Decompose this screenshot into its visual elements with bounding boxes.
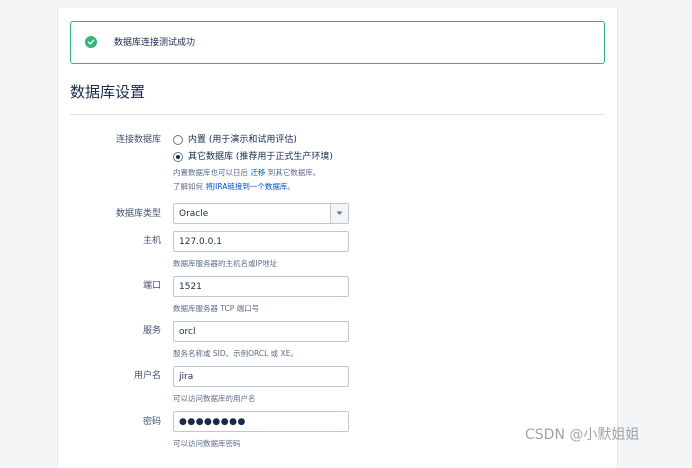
port-label: 端口 — [142, 281, 161, 291]
title-divider — [70, 114, 605, 115]
dropdown-button[interactable] — [330, 204, 348, 223]
connect-db-link[interactable]: 将JIRA链接到一个数据库 — [205, 182, 287, 191]
radio-other-label[interactable]: 其它数据库 (推荐用于正式生产环境) — [188, 150, 333, 164]
success-message: 数据库连接测试成功 — [70, 21, 605, 64]
password-label: 密码 — [142, 417, 161, 427]
connect-help-suffix: 。 — [287, 182, 295, 191]
radio-builtin-label[interactable]: 内置 (用于演示和试用评估) — [188, 133, 297, 147]
success-message-text: 数据库连接测试成功 — [114, 38, 196, 48]
port-input[interactable] — [173, 276, 349, 297]
db-type-value[interactable]: Oracle — [179, 207, 208, 221]
radio-button-other[interactable] — [173, 152, 183, 162]
password-input[interactable] — [173, 411, 349, 432]
migrate-link[interactable]: 迁移 — [250, 168, 265, 177]
service-label: 服务 — [142, 326, 161, 336]
migrate-help: 内置数据库也可以日后 迁移 到其它数据库。 — [173, 167, 320, 179]
host-help: 数据库服务器的主机名或IP地址 — [173, 259, 278, 268]
chevron-down-icon — [336, 211, 343, 215]
host-input[interactable] — [173, 231, 349, 252]
db-type-label: 数据库类型 — [115, 209, 161, 219]
connect-help: 了解如何 将JIRA链接到一个数据库。 — [173, 181, 295, 193]
username-label: 用户名 — [133, 371, 161, 381]
host-label: 主机 — [142, 236, 161, 246]
database-setup-panel: 数据库连接测试成功 数据库设置 连接数据库 内置 (用于演示和试用评估) 其它数… — [57, 8, 618, 468]
port-help: 数据库服务器 TCP 端口号 — [173, 304, 260, 313]
connection-label: 连接数据库 — [115, 135, 161, 145]
username-input[interactable] — [173, 366, 349, 387]
db-type-select[interactable]: Oracle — [173, 203, 349, 224]
watermark: CSDN @小默姐姐 — [525, 427, 640, 443]
migrate-help-prefix: 内置数据库也可以日后 — [173, 168, 248, 177]
page-title: 数据库设置 — [70, 83, 146, 101]
service-input[interactable] — [173, 321, 349, 342]
migrate-help-suffix: 到其它数据库。 — [267, 168, 321, 177]
password-help: 可以访问数据库密码 — [173, 439, 241, 448]
service-help: 服务名称或 SID。示例ORCL 或 XE。 — [173, 349, 298, 358]
radio-button-builtin[interactable] — [173, 135, 183, 145]
username-help: 可以访问数据库的用户名 — [173, 394, 256, 403]
check-circle-icon — [85, 36, 97, 48]
connect-help-prefix: 了解如何 — [173, 182, 203, 191]
